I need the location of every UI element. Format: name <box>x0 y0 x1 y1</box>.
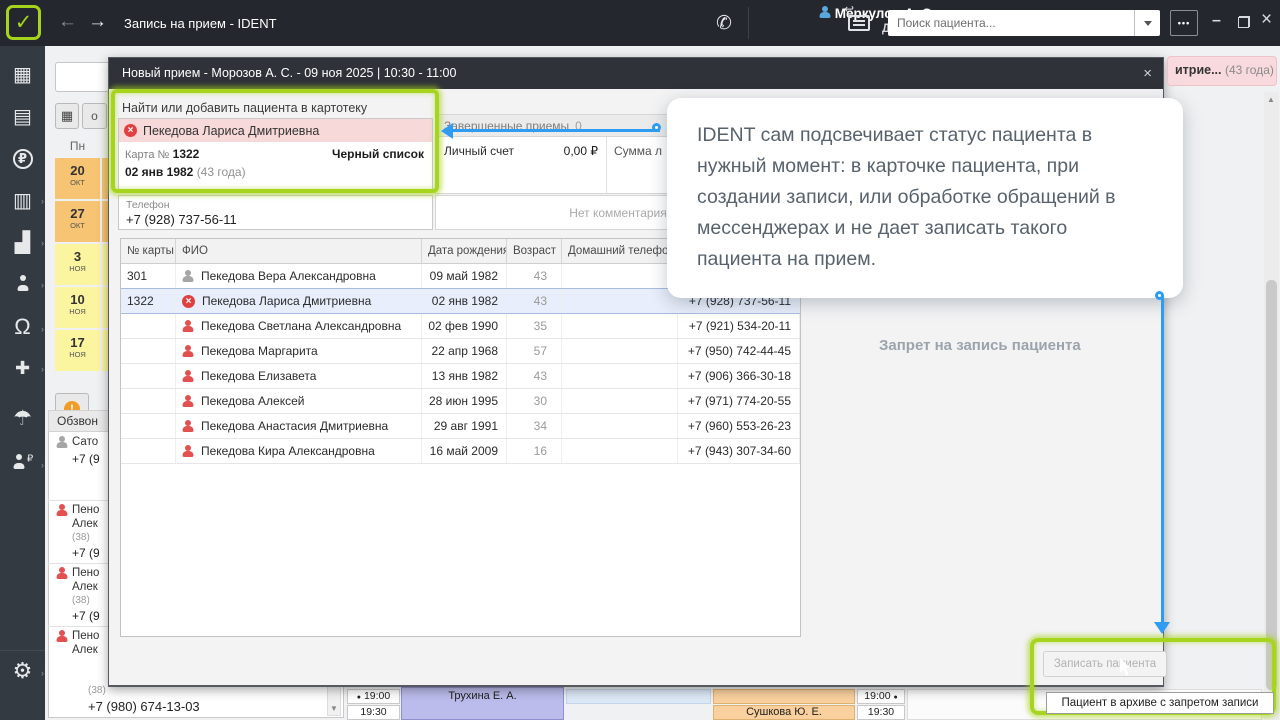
callout-text: IDENT сам подсвечивает статус пациента в… <box>697 120 1157 275</box>
open-patient-card-button[interactable] <box>848 15 870 31</box>
time-cell[interactable]: ● 19:00 <box>347 689 400 704</box>
forward-icon[interactable]: → <box>88 11 107 33</box>
sidebar-nav: ▦ ▤ ₽ ▥› ▟› › Ω› ✚› ☂ ₽› ⚙› <box>0 46 45 720</box>
connector-line-horizontal <box>452 129 660 132</box>
title-bar: ✓ ← → Запись на прием - IDENT ✆ Меркулов… <box>0 0 1280 46</box>
highlight-box-patient-card <box>111 89 439 193</box>
medications-icon[interactable]: ✚› <box>0 358 45 379</box>
person-red-icon <box>56 567 68 579</box>
time-cell[interactable]: 19:30 <box>857 705 905 720</box>
phone-settings-icon[interactable]: ✆ <box>716 12 732 35</box>
cash-register-icon[interactable]: ▥› <box>0 188 45 213</box>
person-red-icon <box>182 395 194 407</box>
arrow-left-icon <box>441 123 453 139</box>
window-title: Запись на прием - IDENT <box>124 16 277 31</box>
scroll-down-icon[interactable]: ▼ <box>330 704 338 713</box>
patient-search[interactable]: Поиск пациента... <box>888 10 1160 36</box>
table-row[interactable]: Пекедова Алексей 28 июн 1995 30 +7 (971)… <box>121 389 800 414</box>
schedule-grid-icon[interactable]: ▦ <box>0 62 45 87</box>
blacklist-icon: × <box>182 295 195 308</box>
schedule-row-highlight[interactable] <box>566 689 711 704</box>
umbrella-insurance-icon[interactable]: ☂ <box>0 406 45 431</box>
staff-icon[interactable]: › <box>0 274 45 297</box>
person-ruble-icon[interactable]: ₽› <box>0 452 45 475</box>
date-cell[interactable]: 3ноя <box>55 244 100 285</box>
appointment-block[interactable]: Сушкова Ю. Е. <box>713 705 855 720</box>
main-scrollbar[interactable]: ▲ <box>1264 92 1279 720</box>
person-red-icon <box>182 320 194 332</box>
modal-title: Новый прием - Морозов А. С. - 09 ноя 202… <box>109 58 1163 89</box>
close-button[interactable]: × <box>1261 9 1272 31</box>
toolbar-partial-button[interactable]: о <box>82 103 107 129</box>
appointment-block[interactable]: Трухина Е. А. <box>401 687 564 720</box>
app-logo-icon: ✓ <box>6 5 41 40</box>
chevron-down-icon[interactable] <box>1134 10 1160 36</box>
connector-line-vertical <box>1161 297 1164 622</box>
person-gray-icon <box>182 270 194 282</box>
tooth-icon[interactable]: Ω› <box>0 314 45 340</box>
person-gray-icon <box>56 436 68 448</box>
person-red-icon <box>56 630 68 642</box>
more-button[interactable]: ••• <box>1170 10 1198 36</box>
connector-dot <box>1155 291 1164 300</box>
person-red-icon <box>182 345 194 357</box>
connector-dot <box>652 123 661 132</box>
time-cell[interactable]: 19:30 <box>347 705 400 720</box>
ban-message: Запрет на запись пациента <box>879 337 1081 354</box>
patient-card-icon: ↩ <box>844 2 854 16</box>
back-icon[interactable]: ← <box>58 11 77 33</box>
person-red-icon <box>182 445 194 457</box>
date-cell[interactable]: 20окт <box>55 158 100 199</box>
minimize-button[interactable]: – <box>1212 12 1221 30</box>
date-cell[interactable]: 27окт <box>55 201 100 242</box>
person-red-icon <box>56 504 68 516</box>
time-cell[interactable]: 19:00 ● <box>857 689 905 704</box>
weekday-header: Пн <box>55 139 100 153</box>
table-row[interactable]: Пекедова Кира Александровна 16 май 2009 … <box>121 439 800 464</box>
date-cell[interactable]: 10ноя <box>55 287 100 328</box>
restore-button[interactable] <box>1238 16 1250 28</box>
appointment-block[interactable] <box>713 689 855 704</box>
person-red-icon <box>182 370 194 382</box>
search-placeholder: Поиск пациента... <box>897 16 996 30</box>
feature-callout: IDENT сам подсвечивает статус пациента в… <box>667 98 1183 298</box>
settings-gear-icon[interactable]: ⚙› <box>0 658 45 684</box>
bar-chart-icon[interactable]: ▟› <box>0 230 45 255</box>
table-row[interactable]: Пекедова Светлана Александровна 02 фев 1… <box>121 314 800 339</box>
phone-value: +7 (928) 737-56-11 <box>126 212 432 227</box>
documents-check-icon[interactable]: ▤ <box>0 104 45 129</box>
modal-close-icon[interactable]: × <box>1143 65 1152 82</box>
scroll-up-icon[interactable]: ▲ <box>1267 95 1275 104</box>
book-button-tooltip: Пациент в архиве с запретом записи <box>1046 692 1274 714</box>
account-balance: 0,00 ₽ <box>536 144 598 158</box>
date-cell[interactable]: 17ноя <box>55 330 100 371</box>
table-row[interactable]: Пекедова Маргарита 22 апр 1968 57 +7 (95… <box>121 339 800 364</box>
user-icon <box>819 6 831 18</box>
quick-filter-input[interactable] <box>55 62 113 92</box>
toolbar-calendar-button[interactable]: ▦ <box>55 103 79 129</box>
patient-tab-badge[interactable]: итрие... (43 года) <box>1167 56 1277 86</box>
person-red-icon <box>182 420 194 432</box>
ruble-payments-icon[interactable]: ₽ <box>0 146 45 169</box>
arrow-down-icon <box>1154 622 1170 634</box>
table-row[interactable]: Пекедова Анастасия Дмитриевна 29 авг 199… <box>121 414 800 439</box>
table-row[interactable]: Пекедова Елизавета 13 янв 1982 43 +7 (90… <box>121 364 800 389</box>
scrollbar-thumb[interactable] <box>1266 280 1277 690</box>
phone-field[interactable]: Телефон +7 (928) 737-56-11 <box>118 195 433 230</box>
